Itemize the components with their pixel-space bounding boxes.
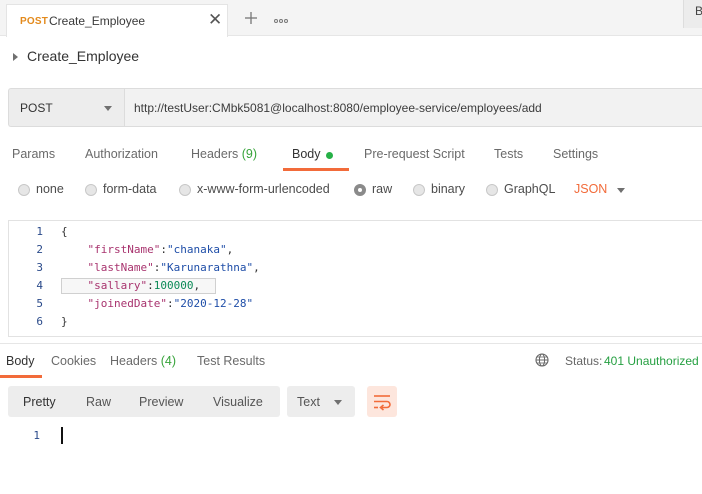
chevron-down-icon: [334, 400, 342, 405]
code-text: "joinedDate":"2020-12-28": [87, 297, 254, 310]
response-view-modes: Pretty Raw Preview Visualize: [8, 386, 280, 417]
request-tabs: Params Authorization Headers (9) Body Pr…: [0, 140, 702, 172]
json-key: "joinedDate": [87, 297, 167, 310]
line-number: 2: [36, 243, 43, 256]
chevron-down-icon[interactable]: [617, 188, 625, 193]
response-tab-cookies[interactable]: Cookies: [51, 354, 96, 368]
radio-urlencoded-label: x-www-form-urlencoded: [197, 182, 330, 196]
radio-circle: [18, 184, 30, 196]
globe-icon[interactable]: [535, 353, 549, 367]
radio-circle: [413, 184, 425, 196]
json-key: "lastName": [87, 261, 154, 274]
json-comma: ,: [253, 261, 260, 274]
wrap-lines-icon: [374, 395, 391, 411]
brace: }: [61, 315, 68, 328]
url-text: http://testUser:CMbk5081@localhost:8080/…: [134, 101, 542, 115]
json-key: "sallary": [87, 279, 148, 292]
view-raw-button[interactable]: Raw: [86, 395, 111, 409]
active-tab-underline: [283, 168, 349, 171]
code-line: 2 "firstName":"chanaka",: [9, 241, 699, 259]
view-pretty-button[interactable]: Pretty: [23, 395, 56, 409]
tab-settings[interactable]: Settings: [553, 147, 598, 161]
view-preview-button[interactable]: Preview: [139, 395, 183, 409]
json-value: "chanaka": [166, 243, 227, 256]
tab-headers-count: (9): [241, 147, 258, 161]
json-value: 100000: [153, 279, 194, 292]
response-tab-body[interactable]: Body: [6, 354, 35, 368]
radio-graphql-label: GraphQL: [504, 182, 556, 196]
code-text: "firstName":"chanaka",: [87, 243, 234, 256]
tab-body[interactable]: Body: [292, 147, 321, 161]
response-line-number: 1: [33, 429, 40, 442]
radio-none-label: none: [36, 182, 64, 196]
response-tab-headers[interactable]: Headers (4): [110, 354, 176, 368]
code-line: 5 "joinedDate":"2020-12-28": [9, 295, 699, 313]
response-tab-headers-count: (4): [160, 354, 177, 368]
radio-raw-label: raw: [372, 182, 393, 196]
tab-method-label: POST: [20, 16, 49, 27]
body-editor[interactable]: 1 { 2 "firstName":"chanaka", 3 "lastName…: [8, 220, 702, 337]
json-value: "Karunarathna": [160, 261, 254, 274]
line-number: 5: [36, 297, 43, 310]
request-title[interactable]: Create_Employee: [27, 48, 139, 64]
code-text: {: [61, 225, 68, 238]
response-tab-headers-label: Headers: [110, 354, 158, 368]
code-text: "lastName":"Karunarathna",: [87, 261, 260, 274]
tab-params[interactable]: Params: [12, 147, 55, 161]
radio-form-data-label: form-data: [103, 182, 157, 196]
line-number: 6: [36, 315, 43, 328]
caret-right-icon[interactable]: [13, 53, 18, 61]
format-select[interactable]: JSON: [574, 182, 607, 196]
tab-tests[interactable]: Tests: [494, 147, 523, 161]
code-line: 6 }: [9, 313, 699, 331]
build-button[interactable]: B: [683, 0, 702, 28]
tab-name-label: Create_Employee: [49, 14, 146, 28]
tab-headers[interactable]: Headers (9): [191, 147, 257, 161]
body-indicator-dot: [326, 152, 333, 159]
request-tab[interactable]: POST Create_Employee ✕: [6, 4, 228, 37]
json-comma: ,: [226, 243, 234, 256]
status-label: Status:: [565, 354, 603, 368]
json-comma: ,: [193, 279, 201, 292]
line-number: 1: [36, 225, 43, 238]
ellipsis-icon[interactable]: [268, 6, 292, 30]
plus-icon[interactable]: [237, 6, 265, 30]
method-select-value: POST: [20, 101, 53, 115]
radio-circle: [85, 184, 97, 196]
tab-pre-request-script[interactable]: Pre-request Script: [364, 147, 465, 161]
close-icon[interactable]: ✕: [208, 11, 222, 28]
tab-authorization[interactable]: Authorization: [85, 147, 158, 161]
chevron-down-icon: [104, 106, 112, 111]
json-value: "2020-12-28": [173, 297, 254, 310]
wrap-lines-button[interactable]: [367, 386, 397, 417]
response-tab-test-results[interactable]: Test Results: [197, 354, 265, 368]
status-value[interactable]: 401 Unauthorized: [604, 354, 699, 368]
radio-binary-label: binary: [431, 182, 466, 196]
radio-circle: [486, 184, 498, 196]
code-text: "sallary":100000,: [87, 279, 201, 292]
method-select[interactable]: POST: [8, 88, 124, 127]
brace: {: [61, 225, 68, 238]
code-text: }: [61, 315, 68, 328]
build-button-label: B: [695, 4, 702, 18]
tab-headers-label: Headers: [191, 147, 239, 161]
code-line: 1 {: [9, 223, 699, 241]
json-key: "firstName": [87, 243, 161, 256]
active-tab-underline: [0, 375, 42, 378]
response-format-select[interactable]: Text: [287, 386, 355, 417]
line-number: 4: [36, 279, 43, 292]
code-line-active: 4 "sallary":100000,: [9, 277, 699, 295]
code-line: 3 "lastName":"Karunarathna",: [9, 259, 699, 277]
text-cursor: [61, 427, 63, 444]
view-visualize-button[interactable]: Visualize: [213, 395, 263, 409]
url-input[interactable]: http://testUser:CMbk5081@localhost:8080/…: [124, 88, 702, 127]
radio-circle: [179, 184, 191, 196]
tab-strip: POST Create_Employee ✕ B: [0, 0, 702, 37]
response-format-value: Text: [297, 395, 320, 409]
line-number: 3: [36, 261, 43, 274]
radio-circle-selected: [354, 184, 366, 196]
request-name-row: Create_Employee: [0, 36, 702, 74]
